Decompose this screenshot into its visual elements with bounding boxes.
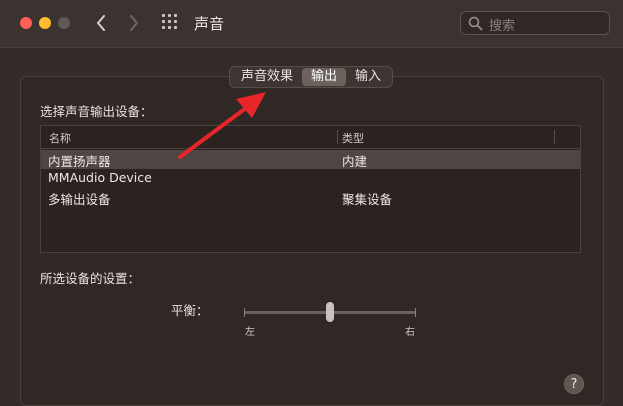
- output-device-table[interactable]: 名称 类型 内置扬声器 内建 MMAudio Device 多输出设备 聚集设备: [40, 125, 581, 253]
- column-header-type[interactable]: 类型: [342, 130, 364, 146]
- table-header: 名称 类型: [41, 126, 580, 149]
- forward-chevron-icon: [130, 15, 138, 31]
- search-placeholder: 搜索: [489, 19, 516, 34]
- minimize-window-button[interactable]: [39, 17, 51, 29]
- balance-label: 平衡：: [171, 303, 209, 318]
- device-name: 内置扬声器: [48, 154, 111, 169]
- device-type: 聚集设备: [342, 192, 393, 207]
- tab-input[interactable]: 输入: [346, 68, 390, 86]
- balance-left-label: 左: [245, 327, 255, 338]
- device-settings-label: 所选设备的设置：: [40, 271, 141, 286]
- back-button[interactable]: [90, 12, 112, 34]
- balance-right-label: 右: [405, 327, 415, 338]
- tab-output[interactable]: 输出: [302, 68, 347, 86]
- device-name: MMAudio Device: [48, 170, 152, 185]
- zoom-window-button[interactable]: [58, 17, 70, 29]
- balance-slider-thumb[interactable]: [326, 302, 334, 322]
- column-divider: [337, 130, 338, 144]
- window-title: 声音: [194, 15, 225, 33]
- back-chevron-icon: [97, 15, 105, 31]
- show-all-button[interactable]: [162, 14, 180, 32]
- column-divider: [554, 130, 555, 144]
- search-icon: [468, 16, 483, 31]
- device-type: 内建: [342, 154, 368, 169]
- slider-tick: [244, 308, 245, 317]
- table-row[interactable]: 多输出设备 聚集设备: [41, 188, 580, 207]
- table-row[interactable]: MMAudio Device: [41, 169, 580, 188]
- tab-sound-effects[interactable]: 声音效果: [232, 68, 302, 86]
- slider-tick: [415, 308, 416, 317]
- close-window-button[interactable]: [20, 17, 32, 29]
- forward-button[interactable]: [123, 12, 145, 34]
- device-name: 多输出设备: [48, 192, 111, 207]
- table-row[interactable]: 内置扬声器 内建: [41, 150, 580, 169]
- column-header-name[interactable]: 名称: [49, 130, 71, 146]
- search-field[interactable]: 搜索: [460, 11, 610, 35]
- output-device-label: 选择声音输出设备：: [40, 104, 153, 119]
- tab-bar: 声音效果 输出 输入: [229, 66, 394, 88]
- help-button[interactable]: ?: [564, 374, 584, 394]
- title-bar: 声音 搜索: [0, 0, 623, 48]
